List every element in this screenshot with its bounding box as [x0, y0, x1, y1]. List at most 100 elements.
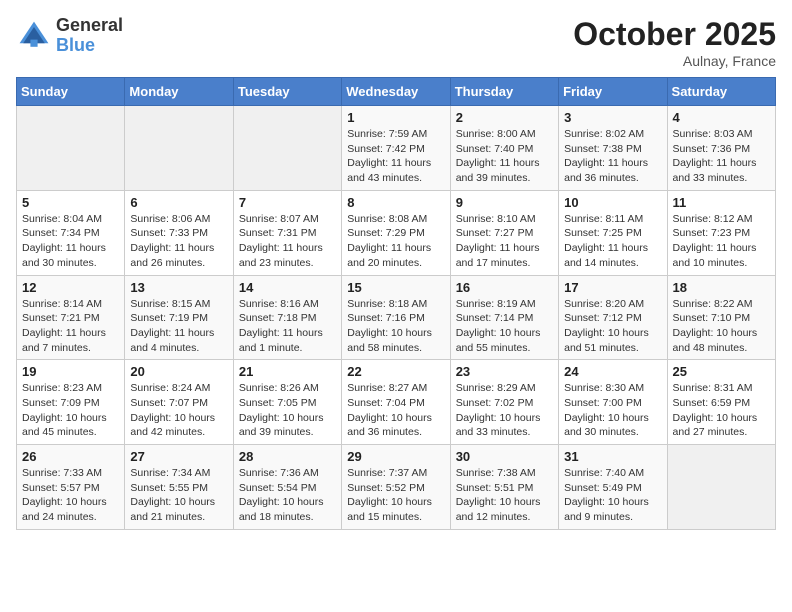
day-info: Sunrise: 8:15 AM Sunset: 7:19 PM Dayligh… — [130, 297, 227, 356]
day-number: 11 — [673, 195, 770, 210]
day-info: Sunrise: 7:59 AM Sunset: 7:42 PM Dayligh… — [347, 127, 444, 186]
day-info: Sunrise: 8:07 AM Sunset: 7:31 PM Dayligh… — [239, 212, 336, 271]
day-info: Sunrise: 8:24 AM Sunset: 7:07 PM Dayligh… — [130, 381, 227, 440]
logo-general-text: General — [56, 16, 123, 36]
day-number: 6 — [130, 195, 227, 210]
calendar-cell: 24 Sunrise: 8:30 AM Sunset: 7:00 PM Dayli… — [559, 360, 667, 445]
day-number: 10 — [564, 195, 661, 210]
day-info: Sunrise: 8:02 AM Sunset: 7:38 PM Dayligh… — [564, 127, 661, 186]
weekday-header-row: SundayMondayTuesdayWednesdayThursdayFrid… — [17, 78, 776, 106]
day-info: Sunrise: 8:08 AM Sunset: 7:29 PM Dayligh… — [347, 212, 444, 271]
calendar-cell: 10 Sunrise: 8:11 AM Sunset: 7:25 PM Dayli… — [559, 190, 667, 275]
day-info: Sunrise: 7:40 AM Sunset: 5:49 PM Dayligh… — [564, 466, 661, 525]
calendar-week-row: 1 Sunrise: 7:59 AM Sunset: 7:42 PM Daylig… — [17, 106, 776, 191]
calendar-cell: 4 Sunrise: 8:03 AM Sunset: 7:36 PM Daylig… — [667, 106, 775, 191]
day-number: 7 — [239, 195, 336, 210]
calendar-cell: 27 Sunrise: 7:34 AM Sunset: 5:55 PM Dayli… — [125, 445, 233, 530]
day-info: Sunrise: 8:30 AM Sunset: 7:00 PM Dayligh… — [564, 381, 661, 440]
day-info: Sunrise: 8:03 AM Sunset: 7:36 PM Dayligh… — [673, 127, 770, 186]
calendar-cell: 22Sunrise: 8:27 AM Sunset: 7:04 PM Dayli… — [342, 360, 450, 445]
day-info: Sunrise: 7:34 AM Sunset: 5:55 PM Dayligh… — [130, 466, 227, 525]
day-info: Sunrise: 7:36 AM Sunset: 5:54 PM Dayligh… — [239, 466, 336, 525]
calendar-cell: 31 Sunrise: 7:40 AM Sunset: 5:49 PM Dayli… — [559, 445, 667, 530]
day-info: Sunrise: 8:23 AM Sunset: 7:09 PM Dayligh… — [22, 381, 119, 440]
day-info: Sunrise: 8:27 AM Sunset: 7:04 PM Dayligh… — [347, 381, 444, 440]
day-number: 17 — [564, 280, 661, 295]
calendar-week-row: 26 Sunrise: 7:33 AM Sunset: 5:57 PM Dayli… — [17, 445, 776, 530]
day-number: 21 — [239, 364, 336, 379]
day-number: 31 — [564, 449, 661, 464]
calendar-cell: 3 Sunrise: 8:02 AM Sunset: 7:38 PM Daylig… — [559, 106, 667, 191]
calendar-cell: 18 Sunrise: 8:22 AM Sunset: 7:10 PM Dayli… — [667, 275, 775, 360]
day-number: 29 — [347, 449, 444, 464]
weekday-header: Thursday — [450, 78, 558, 106]
calendar-cell — [233, 106, 341, 191]
day-info: Sunrise: 8:06 AM Sunset: 7:33 PM Dayligh… — [130, 212, 227, 271]
calendar-cell: 25 Sunrise: 8:31 AM Sunset: 6:59 PM Dayli… — [667, 360, 775, 445]
day-info: Sunrise: 8:26 AM Sunset: 7:05 PM Dayligh… — [239, 381, 336, 440]
day-number: 5 — [22, 195, 119, 210]
calendar-cell: 26 Sunrise: 7:33 AM Sunset: 5:57 PM Dayli… — [17, 445, 125, 530]
calendar-cell: 8 Sunrise: 8:08 AM Sunset: 7:29 PM Daylig… — [342, 190, 450, 275]
calendar-week-row: 12 Sunrise: 8:14 AM Sunset: 7:21 PM Dayli… — [17, 275, 776, 360]
calendar-cell — [125, 106, 233, 191]
calendar-week-row: 19 Sunrise: 8:23 AM Sunset: 7:09 PM Dayli… — [17, 360, 776, 445]
calendar-cell: 5 Sunrise: 8:04 AM Sunset: 7:34 PM Daylig… — [17, 190, 125, 275]
day-number: 27 — [130, 449, 227, 464]
day-number: 25 — [673, 364, 770, 379]
calendar-cell: 17 Sunrise: 8:20 AM Sunset: 7:12 PM Dayli… — [559, 275, 667, 360]
calendar-cell: 28 Sunrise: 7:36 AM Sunset: 5:54 PM Dayli… — [233, 445, 341, 530]
day-info: Sunrise: 8:04 AM Sunset: 7:34 PM Dayligh… — [22, 212, 119, 271]
day-number: 18 — [673, 280, 770, 295]
day-number: 20 — [130, 364, 227, 379]
day-info: Sunrise: 8:11 AM Sunset: 7:25 PM Dayligh… — [564, 212, 661, 271]
day-number: 28 — [239, 449, 336, 464]
calendar-cell: 6 Sunrise: 8:06 AM Sunset: 7:33 PM Daylig… — [125, 190, 233, 275]
logo: General Blue — [16, 16, 123, 56]
calendar-cell: 7 Sunrise: 8:07 AM Sunset: 7:31 PM Daylig… — [233, 190, 341, 275]
day-info: Sunrise: 8:20 AM Sunset: 7:12 PM Dayligh… — [564, 297, 661, 356]
calendar-cell: 29 Sunrise: 7:37 AM Sunset: 5:52 PM Dayli… — [342, 445, 450, 530]
calendar-cell: 1 Sunrise: 7:59 AM Sunset: 7:42 PM Daylig… — [342, 106, 450, 191]
day-number: 12 — [22, 280, 119, 295]
calendar-cell: 11 Sunrise: 8:12 AM Sunset: 7:23 PM Dayli… — [667, 190, 775, 275]
weekday-header: Saturday — [667, 78, 775, 106]
weekday-header: Friday — [559, 78, 667, 106]
day-number: 9 — [456, 195, 553, 210]
day-info: Sunrise: 8:31 AM Sunset: 6:59 PM Dayligh… — [673, 381, 770, 440]
day-number: 2 — [456, 110, 553, 125]
calendar-cell: 19 Sunrise: 8:23 AM Sunset: 7:09 PM Dayli… — [17, 360, 125, 445]
logo-blue-text: Blue — [56, 36, 123, 56]
day-info: Sunrise: 8:19 AM Sunset: 7:14 PM Dayligh… — [456, 297, 553, 356]
day-number: 15 — [347, 280, 444, 295]
day-info: Sunrise: 8:14 AM Sunset: 7:21 PM Dayligh… — [22, 297, 119, 356]
calendar-cell: 14Sunrise: 8:16 AM Sunset: 7:18 PM Dayli… — [233, 275, 341, 360]
weekday-header: Monday — [125, 78, 233, 106]
weekday-header: Tuesday — [233, 78, 341, 106]
day-number: 24 — [564, 364, 661, 379]
day-info: Sunrise: 8:00 AM Sunset: 7:40 PM Dayligh… — [456, 127, 553, 186]
day-number: 1 — [347, 110, 444, 125]
day-info: Sunrise: 7:33 AM Sunset: 5:57 PM Dayligh… — [22, 466, 119, 525]
day-number: 16 — [456, 280, 553, 295]
day-number: 26 — [22, 449, 119, 464]
day-info: Sunrise: 8:12 AM Sunset: 7:23 PM Dayligh… — [673, 212, 770, 271]
day-number: 8 — [347, 195, 444, 210]
day-number: 4 — [673, 110, 770, 125]
calendar-cell: 30Sunrise: 7:38 AM Sunset: 5:51 PM Dayli… — [450, 445, 558, 530]
day-number: 30 — [456, 449, 553, 464]
logo-icon — [16, 18, 52, 54]
calendar-week-row: 5 Sunrise: 8:04 AM Sunset: 7:34 PM Daylig… — [17, 190, 776, 275]
day-number: 13 — [130, 280, 227, 295]
location-text: Aulnay, France — [573, 53, 776, 69]
day-info: Sunrise: 8:22 AM Sunset: 7:10 PM Dayligh… — [673, 297, 770, 356]
calendar-table: SundayMondayTuesdayWednesdayThursdayFrid… — [16, 77, 776, 530]
title-area: October 2025 Aulnay, France — [573, 16, 776, 69]
day-number: 19 — [22, 364, 119, 379]
logo-text: General Blue — [56, 16, 123, 56]
calendar-cell — [17, 106, 125, 191]
weekday-header: Wednesday — [342, 78, 450, 106]
day-info: Sunrise: 7:37 AM Sunset: 5:52 PM Dayligh… — [347, 466, 444, 525]
calendar-cell: 20 Sunrise: 8:24 AM Sunset: 7:07 PM Dayli… — [125, 360, 233, 445]
day-number: 3 — [564, 110, 661, 125]
